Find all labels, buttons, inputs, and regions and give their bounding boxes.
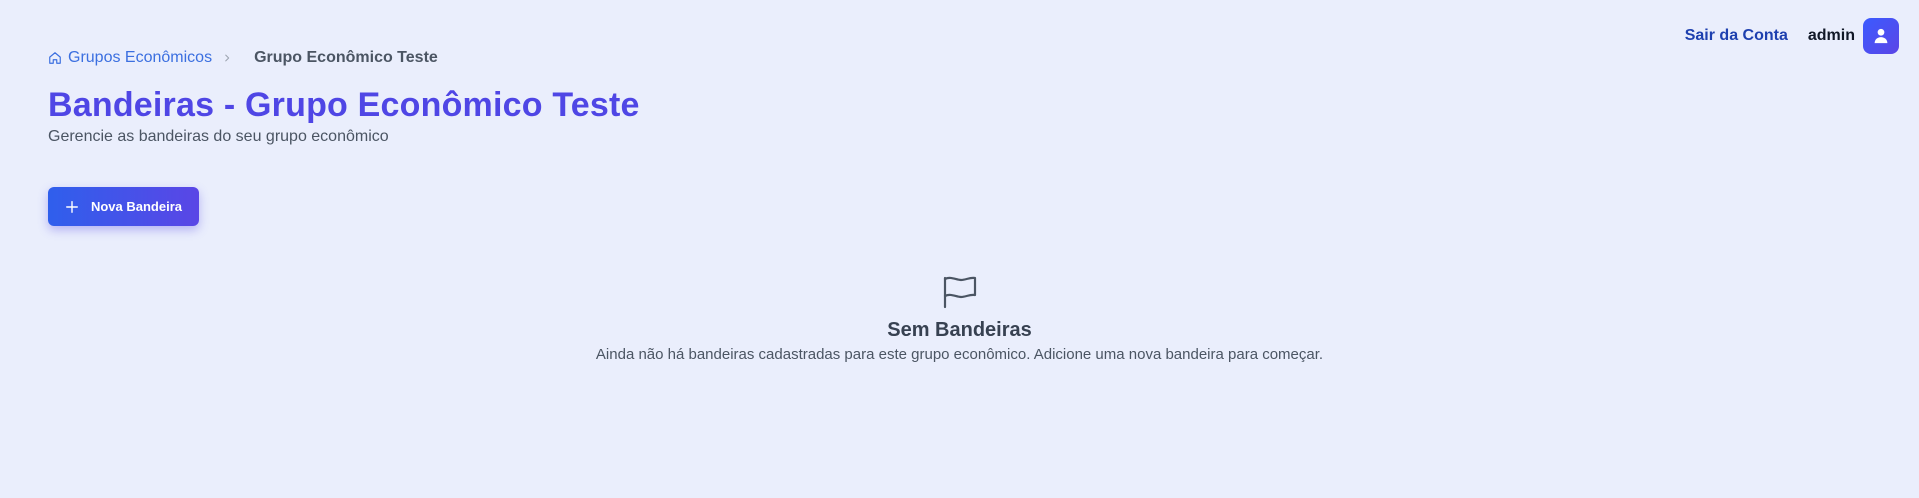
breadcrumb: Grupos Econômicos Grupo Econômico Teste (48, 49, 438, 67)
username: admin (1807, 27, 1855, 44)
new-bandeira-label: Nova Bandeira (90, 199, 183, 214)
plus-icon (66, 200, 78, 213)
home-icon (49, 52, 61, 64)
user-menu[interactable]: admin (1808, 18, 1899, 54)
chevron-right-icon (222, 53, 232, 63)
empty-state-text: Ainda não há bandeiras cadastradas para … (595, 346, 1324, 363)
breadcrumb-grupos-economicos[interactable]: Grupos Econômicos (48, 49, 212, 67)
user-icon (1874, 28, 1888, 44)
page-title: Bandeiras - Grupo Econômico Teste (48, 86, 640, 124)
flag-icon (943, 276, 976, 309)
logout-link[interactable]: Sair da Conta (1685, 27, 1788, 45)
new-bandeira-button[interactable]: Nova Bandeira (48, 187, 199, 226)
breadcrumb-parent-label: Grupos Econômicos (68, 49, 213, 66)
avatar[interactable] (1863, 18, 1899, 54)
empty-state-title: Sem Bandeiras (887, 319, 1032, 341)
empty-state: Sem Bandeiras Ainda não há bandeiras cad… (0, 275, 1919, 363)
page-subtitle: Gerencie as bandeiras do seu grupo econô… (48, 128, 389, 145)
top-bar: Sair da Conta admin (1685, 18, 1899, 54)
breadcrumb-current: Grupo Econômico Teste (254, 49, 438, 66)
